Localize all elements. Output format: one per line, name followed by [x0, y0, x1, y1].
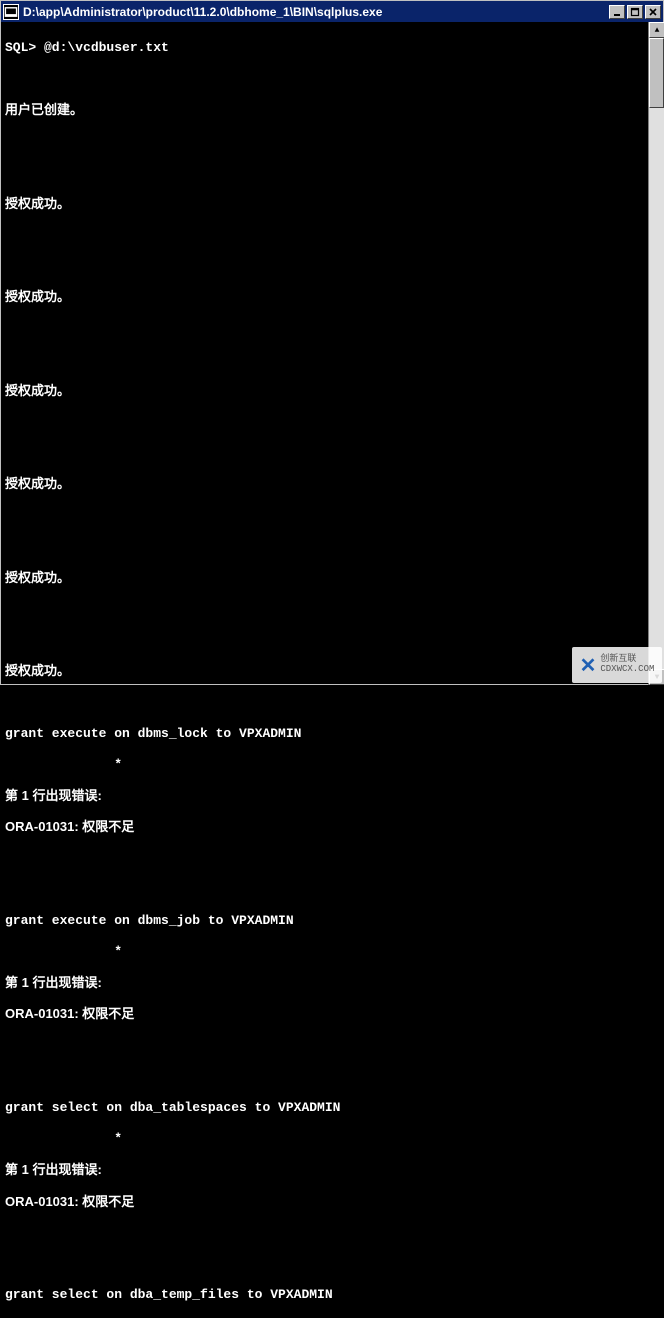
scroll-thumb[interactable]	[649, 38, 664, 108]
grant-success-msg: 授权成功。	[5, 383, 659, 399]
app-icon	[3, 4, 19, 20]
blank-line	[5, 133, 659, 149]
blank-line	[5, 414, 659, 430]
user-created-msg: 用户已创建。	[5, 102, 659, 118]
grant-success-msg: 授权成功。	[5, 663, 659, 679]
blank-line	[5, 507, 659, 523]
grant-success-msg: 授权成功。	[5, 570, 659, 586]
ora-error: ORA-01031: 权限不足	[5, 819, 659, 835]
maximize-button[interactable]	[627, 5, 643, 19]
blank-line	[5, 1225, 659, 1241]
window-title: D:\app\Administrator\product\11.2.0\dbho…	[23, 5, 609, 19]
blank-line	[5, 227, 659, 243]
error-line-header: 第 1 行出现错误:	[5, 1162, 659, 1178]
console-output[interactable]: SQL> @d:\vcdbuser.txt 用户已创建。 授权成功。 授权成功。…	[0, 22, 664, 685]
error-line-header: 第 1 行出现错误:	[5, 788, 659, 804]
grant-dbms-job-cmd: grant execute on dbms_job to VPXADMIN	[5, 913, 659, 929]
blank-line	[5, 632, 659, 648]
grant-dba-temp-files-cmd: grant select on dba_temp_files to VPXADM…	[5, 1287, 659, 1303]
watermark: ✕ 创新互联 CDXWCX.COM	[572, 647, 662, 683]
ora-error: ORA-01031: 权限不足	[5, 1006, 659, 1022]
window-controls	[609, 5, 661, 19]
error-line-header: 第 1 行出现错误:	[5, 975, 659, 991]
blank-line	[5, 1038, 659, 1054]
blank-line	[5, 258, 659, 274]
blank-line	[5, 164, 659, 180]
blank-line	[5, 882, 659, 898]
scroll-up-arrow[interactable]: ▲	[649, 22, 664, 38]
scroll-track[interactable]	[649, 38, 664, 669]
grant-success-msg: 授权成功。	[5, 476, 659, 492]
blank-line	[5, 351, 659, 367]
watermark-brand: 创新互联	[600, 654, 636, 664]
vertical-scrollbar[interactable]: ▲ ▼	[648, 22, 664, 685]
grant-dba-tablespaces-cmd: grant select on dba_tablespaces to VPXAD…	[5, 1100, 659, 1116]
blank-line	[5, 539, 659, 555]
blank-line	[5, 1069, 659, 1085]
grant-success-msg: 授权成功。	[5, 289, 659, 305]
sql-prompt-line: SQL> @d:\vcdbuser.txt	[5, 40, 659, 56]
ora-error: ORA-01031: 权限不足	[5, 1194, 659, 1210]
error-marker: *	[5, 757, 659, 773]
window-titlebar: D:\app\Administrator\product\11.2.0\dbho…	[0, 0, 664, 22]
blank-line	[5, 850, 659, 866]
blank-line	[5, 601, 659, 617]
error-marker: *	[5, 1131, 659, 1147]
watermark-text: 创新互联 CDXWCX.COM	[600, 655, 654, 675]
blank-line	[5, 1256, 659, 1272]
close-button[interactable]	[645, 5, 661, 19]
blank-line	[5, 695, 659, 711]
error-marker: *	[5, 944, 659, 960]
grant-success-msg: 授权成功。	[5, 196, 659, 212]
blank-line	[5, 320, 659, 336]
watermark-url: CDXWCX.COM	[600, 664, 654, 674]
blank-line	[5, 71, 659, 87]
grant-dbms-lock-cmd: grant execute on dbms_lock to VPXADMIN	[5, 726, 659, 742]
minimize-button[interactable]	[609, 5, 625, 19]
blank-line	[5, 445, 659, 461]
watermark-logo-icon: ✕	[580, 653, 597, 678]
